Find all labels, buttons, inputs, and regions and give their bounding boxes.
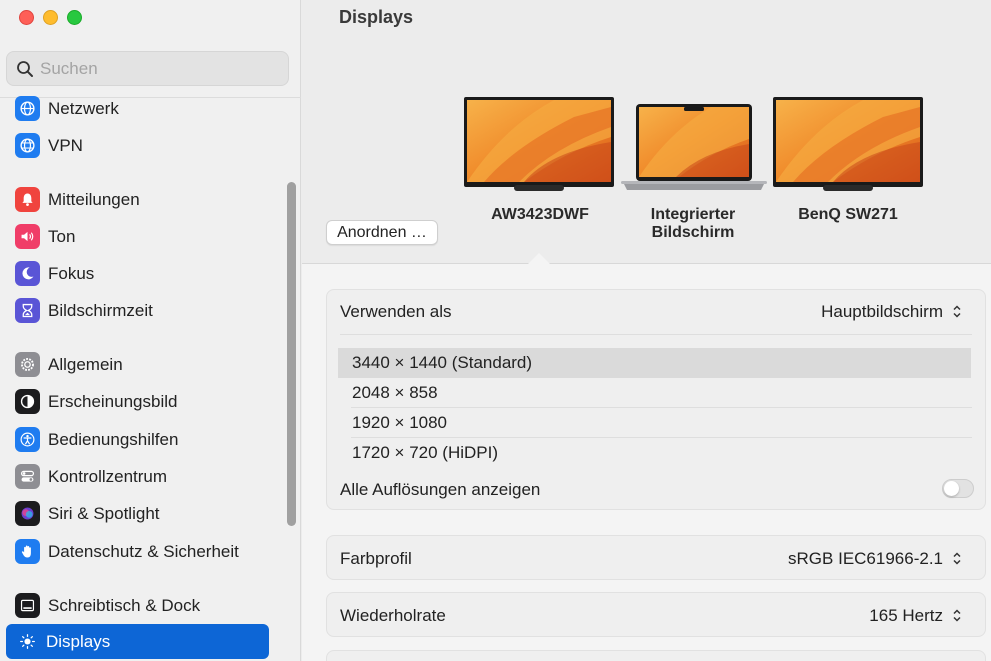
- arrange-button[interactable]: Anordnen …: [326, 220, 438, 245]
- sidebar-item-label: Erscheinungsbild: [48, 391, 178, 411]
- resolution-option[interactable]: 1720 × 720 (HiDPI): [338, 438, 971, 468]
- siri-icon: [15, 501, 40, 526]
- appearance-icon: [15, 389, 40, 414]
- window-controls: [19, 10, 82, 25]
- zoom-window-button[interactable]: [67, 10, 82, 25]
- use-as-popup[interactable]: Hauptbildschirm: [821, 301, 965, 322]
- chevron-updown-icon: [949, 301, 965, 322]
- refresh-rate-popup[interactable]: 165 Hertz: [869, 605, 965, 626]
- refresh-rate-label: Wiederholrate: [340, 606, 446, 625]
- monitor-icon: [464, 97, 614, 191]
- sidebar-item-allgemein[interactable]: Allgemein: [6, 347, 269, 382]
- monitor-icon: [773, 97, 923, 191]
- refresh-rate-value: 165 Hertz: [869, 605, 943, 625]
- show-all-resolutions-toggle[interactable]: [942, 479, 974, 498]
- display-thumbnail-aw3423dwf[interactable]: [464, 97, 614, 193]
- resolution-option[interactable]: 2048 × 858: [338, 378, 971, 408]
- minimize-window-button[interactable]: [43, 10, 58, 25]
- sidebar-item-bedienungshilfen[interactable]: Bedienungshilfen: [6, 422, 269, 457]
- sidebar-item-fokus[interactable]: Fokus: [6, 256, 269, 291]
- sidebar-item-label: Schreibtisch & Dock: [48, 595, 201, 615]
- sidebar-item-label: VPN: [48, 135, 83, 155]
- close-window-button[interactable]: [19, 10, 34, 25]
- toggles-icon: [15, 464, 40, 489]
- resolution-option[interactable]: 3440 × 1440 (Standard): [338, 348, 971, 378]
- resolution-option[interactable]: 1920 × 1080: [338, 408, 971, 438]
- search-icon: [17, 60, 33, 77]
- sidebar-item-siri-spotlight[interactable]: Siri & Spotlight: [6, 496, 269, 531]
- sidebar-item-schreibtisch-dock[interactable]: Schreibtisch & Dock: [6, 588, 269, 623]
- search-field[interactable]: [6, 51, 289, 86]
- show-all-resolutions-label: Alle Auflösungen anzeigen: [340, 480, 541, 499]
- color-profile-label: Farbprofil: [340, 549, 412, 568]
- sidebar-item-kontrollzentrum[interactable]: Kontrollzentrum: [6, 459, 269, 494]
- sidebar-scrollbar[interactable]: [287, 182, 296, 526]
- sidebar-item-bildschirmzeit[interactable]: Bildschirmzeit: [6, 293, 269, 328]
- laptop-icon: [621, 104, 767, 190]
- main-panel: Displays AW3423DWF Integrierter Bildschi…: [302, 0, 991, 661]
- hourglass-icon: [15, 298, 40, 323]
- globe-icon: [15, 96, 40, 121]
- moon-icon: [15, 261, 40, 286]
- sun-icon: [15, 629, 40, 654]
- sidebar-item-label: Bedienungshilfen: [48, 429, 179, 449]
- bell-icon: [15, 187, 40, 212]
- sidebar-item-label: Displays: [46, 631, 111, 651]
- next-settings-card: [326, 650, 986, 661]
- dock-icon: [15, 593, 40, 618]
- hand-icon: [15, 539, 40, 564]
- sidebar-item-ton[interactable]: Ton: [6, 219, 269, 254]
- sidebar-item-vpn[interactable]: VPN: [6, 128, 269, 163]
- chevron-updown-icon: [949, 605, 965, 626]
- color-profile-value: sRGB IEC61966-2.1: [788, 548, 943, 568]
- refresh-rate-card: Wiederholrate 165 Hertz: [326, 592, 986, 637]
- sidebar: Netzwerk VPN Mitteilungen Ton: [0, 0, 301, 661]
- page-title: Displays: [339, 7, 414, 27]
- sidebar-item-label: Allgemein: [48, 354, 123, 374]
- display-thumbnail-integrated[interactable]: [621, 104, 767, 192]
- sidebar-item-label: Ton: [48, 226, 76, 246]
- sidebar-item-label: Siri & Spotlight: [48, 503, 160, 523]
- sidebar-item-label: Mitteilungen: [48, 189, 140, 209]
- sidebar-item-netzwerk[interactable]: Netzwerk: [6, 91, 269, 126]
- sidebar-item-erscheinungsbild[interactable]: Erscheinungsbild: [6, 384, 269, 419]
- display-settings-card: Verwenden als Hauptbildschirm 3440 × 144…: [326, 289, 986, 510]
- selected-display-pointer: [528, 253, 550, 264]
- vpn-globe-icon: [15, 133, 40, 158]
- use-as-label: Verwenden als: [340, 302, 452, 321]
- color-profile-popup[interactable]: sRGB IEC61966-2.1: [788, 548, 965, 569]
- sidebar-item-label: Fokus: [48, 263, 95, 283]
- display-label-benq-sw271[interactable]: BenQ SW271: [780, 206, 916, 224]
- divider: [340, 334, 972, 335]
- sidebar-item-datenschutz-sicherheit[interactable]: Datenschutz & Sicherheit: [6, 534, 269, 569]
- display-thumbnail-benq-sw271[interactable]: [773, 97, 923, 193]
- display-label-aw3423dwf[interactable]: AW3423DWF: [472, 206, 608, 224]
- sidebar-item-mitteilungen[interactable]: Mitteilungen: [6, 182, 269, 217]
- gear-icon: [15, 352, 40, 377]
- sidebar-item-label: Bildschirmzeit: [48, 300, 153, 320]
- accessibility-icon: [15, 427, 40, 452]
- color-profile-card: Farbprofil sRGB IEC61966-2.1: [326, 535, 986, 580]
- sidebar-item-displays[interactable]: Displays: [6, 624, 269, 659]
- sidebar-item-label: Datenschutz & Sicherheit: [48, 541, 239, 561]
- search-input[interactable]: [40, 58, 280, 79]
- sidebar-item-label: Kontrollzentrum: [48, 466, 168, 486]
- chevron-updown-icon: [949, 548, 965, 569]
- sidebar-item-label: Netzwerk: [48, 98, 119, 118]
- use-as-value: Hauptbildschirm: [821, 301, 943, 321]
- speaker-icon: [15, 224, 40, 249]
- display-label-integrated[interactable]: Integrierter Bildschirm: [627, 206, 759, 242]
